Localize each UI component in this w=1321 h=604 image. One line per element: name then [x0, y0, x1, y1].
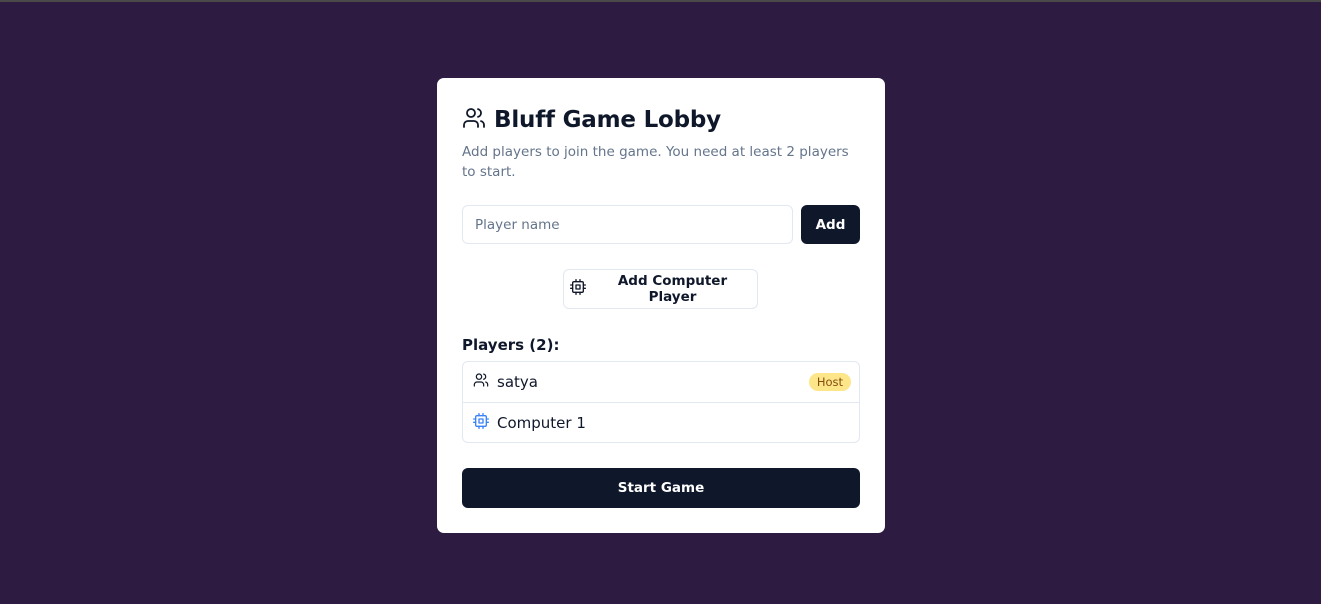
lobby-description: Add players to join the game. You need a… [462, 144, 849, 180]
players-heading: Players (2): [462, 336, 560, 354]
list-item: Computer 1 [463, 402, 859, 442]
list-item: satya Host [463, 362, 859, 402]
users-icon [473, 372, 489, 392]
add-computer-player-label: Add Computer Player [617, 273, 728, 305]
add-computer-player-button[interactable]: Add Computer Player [563, 269, 758, 309]
lobby-header: Bluff Game Lobby [462, 106, 721, 134]
cpu-icon [570, 279, 586, 299]
users-icon [462, 106, 486, 134]
start-game-button[interactable]: Start Game [462, 468, 860, 508]
lobby-card: Bluff Game Lobby Add players to join the… [437, 78, 885, 533]
players-list: satya Host Computer 1 [462, 361, 860, 443]
add-player-button[interactable]: Add [801, 205, 860, 244]
page-title: Bluff Game Lobby [494, 107, 721, 133]
player-name: satya [497, 373, 538, 391]
player-name: Computer 1 [497, 413, 586, 432]
window-top-border [0, 0, 1321, 2]
host-badge: Host [808, 373, 851, 391]
cpu-icon [473, 412, 489, 433]
player-name-input[interactable] [462, 205, 793, 244]
